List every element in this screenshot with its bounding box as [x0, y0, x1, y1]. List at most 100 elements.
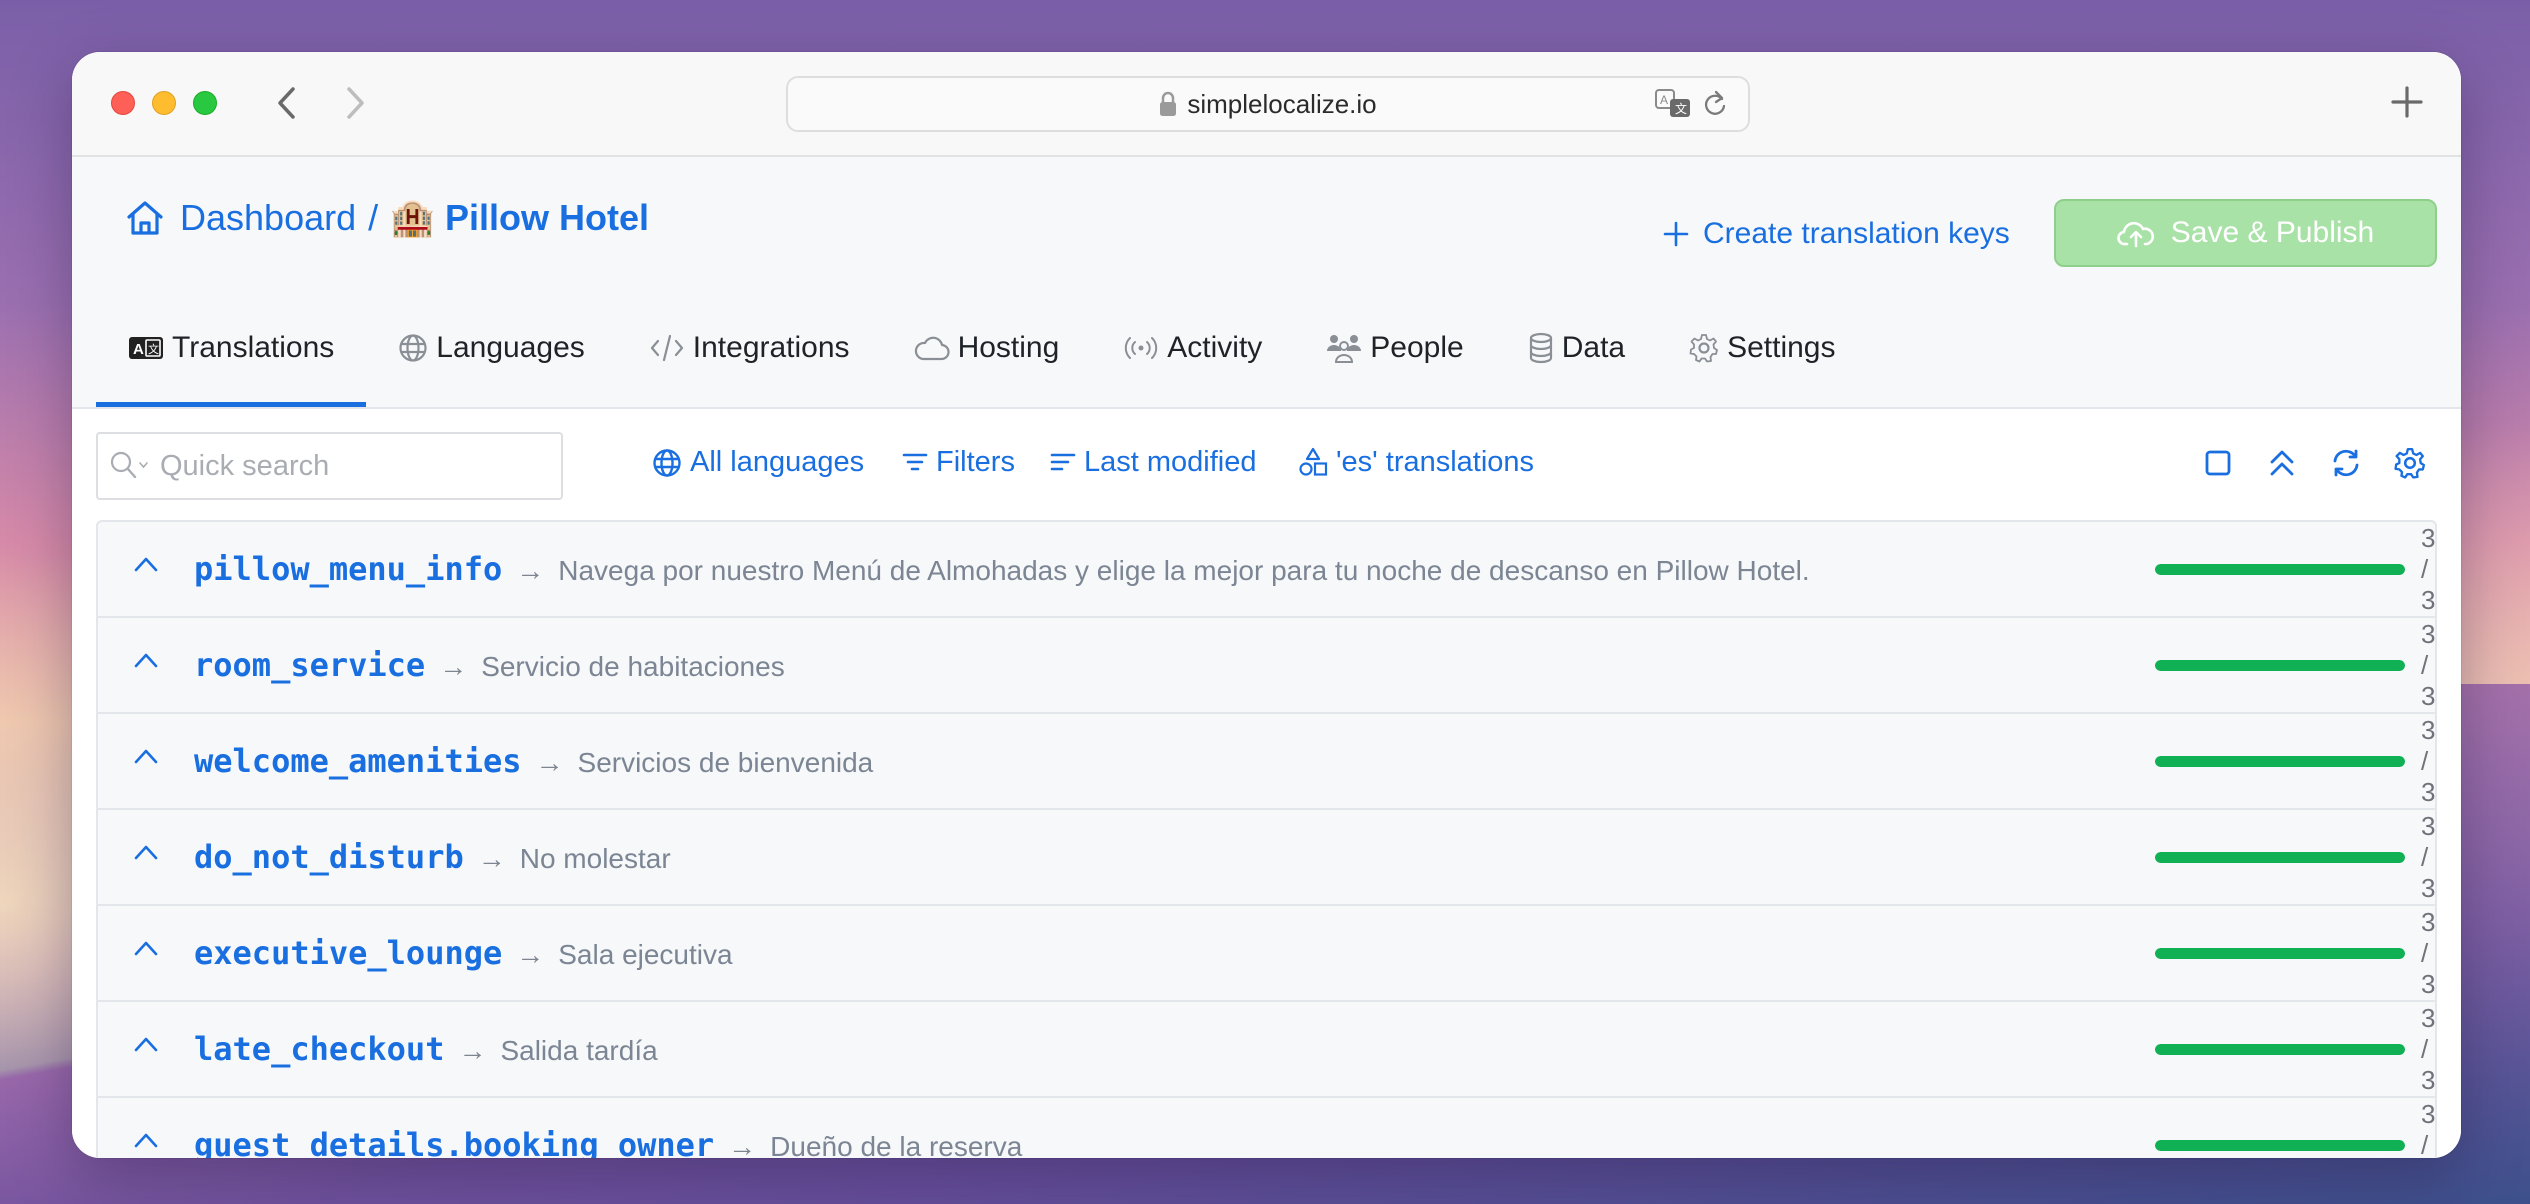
translation-key[interactable]: late_checkout: [194, 1030, 444, 1068]
translation-key[interactable]: executive_lounge: [194, 934, 502, 972]
plus-icon: [2391, 86, 2423, 118]
translation-key[interactable]: welcome_amenities: [194, 742, 522, 780]
key-and-value: pillow_menu_info → Navega por nuestro Menú…: [194, 550, 1810, 588]
tab-integrations[interactable]: Integrations: [617, 297, 882, 399]
tab-label: Translations: [172, 331, 335, 364]
translations-panel: All languages Filters Last modified 'es'…: [72, 411, 2461, 1158]
select-all-checkbox[interactable]: [2201, 446, 2235, 480]
translation-key-row[interactable]: welcome_amenities → Servicios de bienvenid…: [98, 714, 2435, 810]
expand-row-button[interactable]: [132, 842, 160, 862]
globe-icon: [398, 333, 428, 363]
translation-value: Dueño de la reserva: [770, 1131, 1023, 1158]
expand-row-button[interactable]: [132, 1130, 160, 1150]
arrow-right-icon: →: [535, 747, 564, 778]
tab-people[interactable]: People: [1294, 297, 1495, 399]
breadcrumb-dashboard-link[interactable]: Dashboard: [180, 197, 356, 239]
translation-key-row[interactable]: late_checkout → Salida tardía 3 / 3: [98, 1002, 2435, 1098]
expand-row-button[interactable]: [132, 554, 160, 574]
expand-row-button[interactable]: [132, 1034, 160, 1054]
translation-progress-fill: [2155, 1043, 2405, 1055]
tab-data[interactable]: Data: [1496, 297, 1657, 399]
all-languages-dropdown[interactable]: All languages: [652, 446, 864, 479]
arrow-right-icon: →: [516, 939, 545, 970]
tab-label: Integrations: [692, 331, 850, 364]
checkbox-icon: [2205, 450, 2231, 476]
translation-key-row[interactable]: executive_lounge → Sala ejecutiva 3 / 3: [98, 906, 2435, 1002]
new-tab-button[interactable]: [2389, 84, 2425, 120]
tab-label: Activity: [1167, 331, 1263, 364]
tab-activity[interactable]: Activity: [1091, 297, 1294, 399]
expand-row-button[interactable]: [132, 746, 160, 766]
key-and-value: room_service → Servicio de habitaciones: [194, 646, 785, 684]
translation-progress-fill: [2155, 851, 2405, 863]
filters-button[interactable]: Filters: [902, 446, 1015, 479]
translation-count: 3 / 3: [2421, 1002, 2436, 1095]
translation-key-row[interactable]: do_not_disturb → No molestar 3 / 3: [98, 810, 2435, 906]
back-button[interactable]: [268, 85, 304, 121]
sort-label: Last modified: [1084, 446, 1257, 478]
tab-languages[interactable]: Languages: [366, 297, 616, 399]
create-keys-label: Create translation keys: [1703, 217, 2010, 250]
translation-count: 3 / 3: [2421, 714, 2436, 807]
chevron-up-icon: [134, 557, 158, 572]
list-settings-button[interactable]: [2393, 446, 2427, 480]
tab-translations[interactable]: A文 Translations: [96, 297, 367, 407]
key-and-value: guest_details.booking_owner → Dueño de la …: [194, 1126, 1022, 1158]
refresh-button[interactable]: [2329, 446, 2363, 480]
maximize-window-button[interactable]: [193, 91, 217, 115]
tab-hosting[interactable]: Hosting: [882, 297, 1092, 399]
address-bar[interactable]: simplelocalize.io A文: [786, 76, 1750, 132]
cloud-upload-icon: [2116, 221, 2154, 248]
home-icon[interactable]: [126, 200, 164, 236]
tab-label: People: [1370, 331, 1464, 364]
filter-bar: All languages Filters Last modified 'es'…: [96, 432, 2437, 500]
translation-progress-fill: [2155, 563, 2405, 575]
hotel-emoji-icon: 🏨: [390, 197, 435, 238]
translation-key-row[interactable]: room_service → Servicio de habitaciones 3 /…: [98, 618, 2435, 714]
chevron-up-icon: [134, 653, 158, 668]
search-icon: [110, 451, 148, 479]
list-actions: [2201, 446, 2427, 480]
svg-text:文: 文: [1675, 101, 1687, 116]
sort-dropdown[interactable]: Last modified: [1050, 446, 1257, 479]
view-translations-dropdown[interactable]: 'es' translations: [1298, 446, 1534, 479]
chevron-left-icon: [278, 87, 295, 119]
translate-icon: A文: [1655, 89, 1690, 117]
quick-search[interactable]: [96, 432, 563, 500]
translation-progress-fill: [2155, 755, 2405, 767]
forward-button[interactable]: [338, 85, 374, 121]
translation-progress-bar: [2155, 755, 2405, 767]
close-window-button[interactable]: [111, 91, 135, 115]
translation-value: Sala ejecutiva: [558, 939, 733, 970]
code-icon: [649, 333, 685, 363]
translation-key-row[interactable]: pillow_menu_info → Navega por nuestro Menú…: [98, 522, 2435, 618]
chevron-up-icon: [134, 749, 158, 764]
expand-row-button[interactable]: [132, 650, 160, 670]
translation-progress-fill: [2155, 659, 2405, 671]
tab-label: Settings: [1727, 331, 1836, 364]
minimize-window-button[interactable]: [152, 91, 176, 115]
translation-key[interactable]: do_not_disturb: [194, 838, 464, 876]
translation-key-row[interactable]: guest_details.booking_owner → Dueño de la …: [98, 1098, 2435, 1158]
translate-page-button[interactable]: A文: [1654, 88, 1694, 120]
arrow-right-icon: →: [516, 555, 545, 586]
gear-icon: [1689, 333, 1719, 363]
chevron-up-icon: [134, 845, 158, 860]
collapse-all-button[interactable]: [2265, 446, 2299, 480]
create-translation-keys-button[interactable]: Create translation keys: [1663, 217, 2010, 251]
tab-label: Languages: [436, 331, 585, 364]
translation-key[interactable]: guest_details.booking_owner: [194, 1126, 714, 1158]
people-icon: [1326, 332, 1362, 364]
translation-key[interactable]: room_service: [194, 646, 425, 684]
save-publish-button[interactable]: Save & Publish: [2054, 199, 2437, 267]
svg-text:A: A: [133, 341, 144, 358]
quick-search-input[interactable]: [160, 449, 520, 483]
expand-row-button[interactable]: [132, 938, 160, 958]
translation-value: Servicios de bienvenida: [577, 747, 874, 778]
tab-settings[interactable]: Settings: [1657, 297, 1867, 399]
reload-button[interactable]: [1702, 89, 1728, 119]
translation-count: 3 / 3: [2421, 810, 2436, 903]
translation-key[interactable]: pillow_menu_info: [194, 550, 502, 588]
arrow-right-icon: →: [458, 1035, 487, 1066]
translation-keys-list: pillow_menu_info → Navega por nuestro Menú…: [96, 520, 2437, 1158]
